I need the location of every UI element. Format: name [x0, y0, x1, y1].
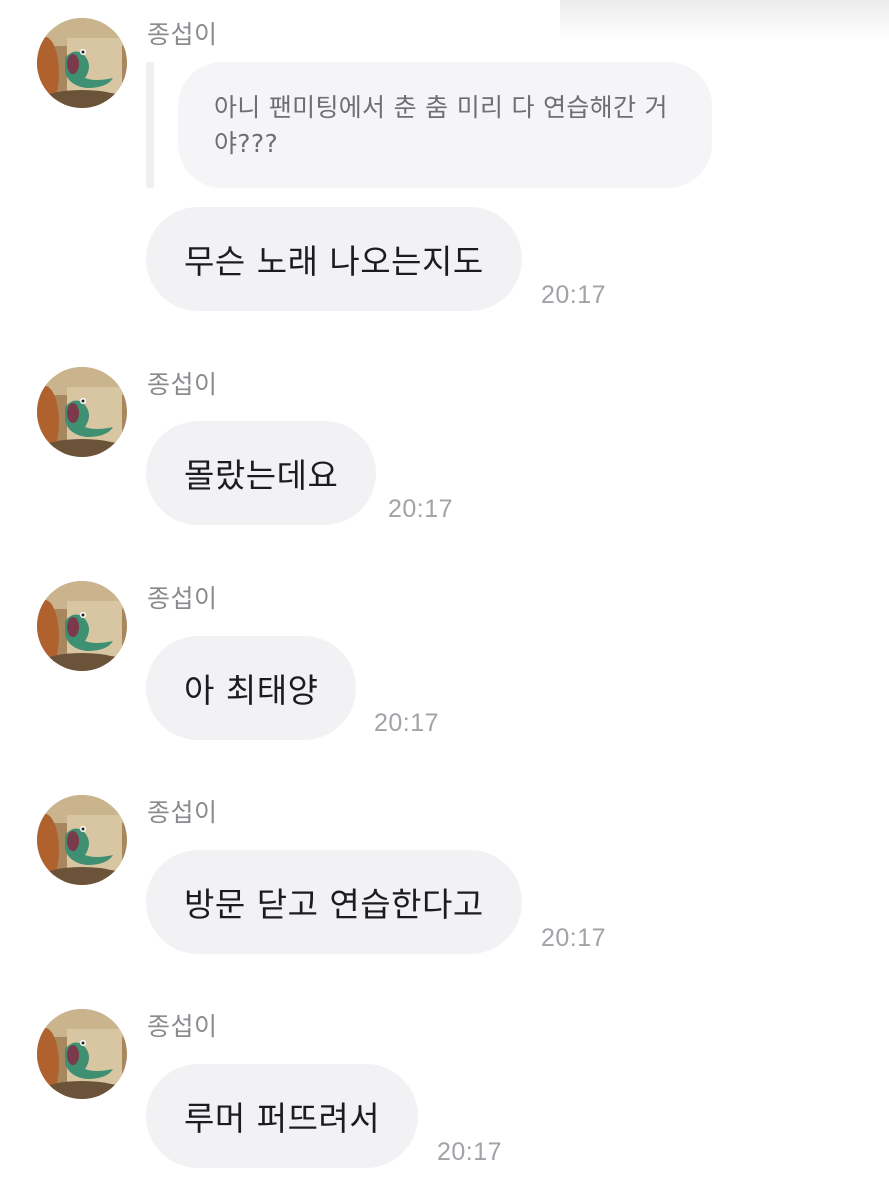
- green-lizard-avatar-icon: [37, 367, 127, 457]
- reply-quote-bubble[interactable]: 아니 팬미팅에서 춘 춤 미리 다 연습해간 거야???: [178, 62, 712, 188]
- message-bubble[interactable]: 루머 퍼뜨려서: [146, 1064, 419, 1168]
- header-shadow: [560, 0, 889, 40]
- green-lizard-avatar-icon: [37, 18, 127, 108]
- sender-name: 종섭이: [147, 584, 218, 613]
- green-lizard-avatar-icon: [37, 795, 127, 885]
- sender-name: 종섭이: [147, 1012, 218, 1041]
- green-lizard-avatar-icon: [37, 581, 127, 671]
- message-timestamp: 20:17: [388, 495, 454, 523]
- message-timestamp: 20:17: [437, 1138, 503, 1166]
- message-bubble[interactable]: 아 최태양: [146, 636, 357, 740]
- message-bubble[interactable]: 무슨 노래 나오는지도: [146, 207, 522, 311]
- sender-name: 종섭이: [147, 370, 218, 399]
- message-timestamp: 20:17: [541, 281, 607, 309]
- reply-indicator-bar: [146, 62, 154, 188]
- avatar[interactable]: [37, 18, 127, 108]
- avatar[interactable]: [37, 367, 127, 457]
- message-bubble[interactable]: 방문 닫고 연습한다고: [146, 850, 522, 954]
- message-timestamp: 20:17: [541, 924, 607, 952]
- sender-name: 종섭이: [147, 20, 218, 49]
- avatar[interactable]: [37, 581, 127, 671]
- avatar[interactable]: [37, 1009, 127, 1099]
- message-bubble[interactable]: 몰랐는데요: [146, 421, 377, 525]
- avatar[interactable]: [37, 795, 127, 885]
- message-timestamp: 20:17: [374, 709, 440, 737]
- green-lizard-avatar-icon: [37, 1009, 127, 1099]
- sender-name: 종섭이: [147, 798, 218, 827]
